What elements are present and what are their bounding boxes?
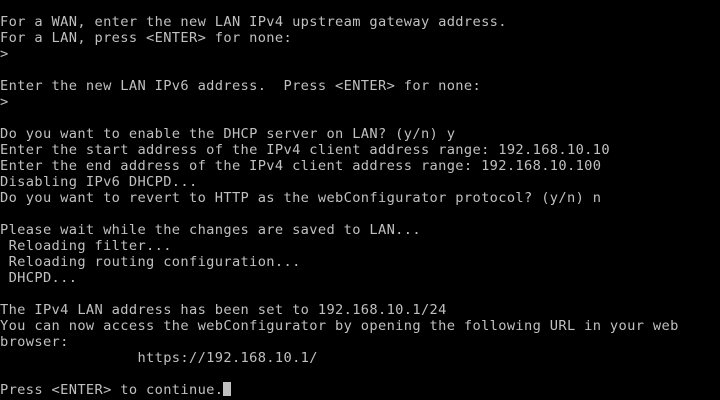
output-line-ipv6-prompt: Enter the new LAN IPv6 address. Press <E… (0, 78, 482, 94)
output-line-wan-gateway-prompt: For a WAN, enter the new LAN IPv4 upstre… (0, 14, 507, 30)
continue-prompt-line[interactable]: Press <ENTER> to continue. (0, 382, 720, 398)
output-line-dhcpd: DHCPD... (0, 270, 78, 286)
output-line-please-wait: Please wait while the changes are saved … (0, 222, 421, 238)
output-line-url: https://192.168.10.1/ (0, 350, 318, 366)
output-line-end-address: Enter the end address of the IPv4 client… (0, 158, 602, 174)
console-terminal[interactable]: For a WAN, enter the new LAN IPv4 upstre… (0, 0, 720, 400)
output-line-reloading-filter: Reloading filter... (0, 238, 172, 254)
output-line-disabling-dhcpd: Disabling IPv6 DHCPD... (0, 174, 198, 190)
input-prompt-line: > (0, 94, 9, 110)
output-line-start-address: Enter the start address of the IPv4 clie… (0, 142, 610, 158)
text-cursor (223, 382, 232, 396)
output-line-browser: browser: (0, 334, 69, 350)
output-line-address-set: The IPv4 LAN address has been set to 192… (0, 302, 447, 318)
output-line-revert-http: Do you want to revert to HTTP as the web… (0, 190, 602, 206)
output-line-dhcp-enable: Do you want to enable the DHCP server on… (0, 126, 456, 142)
output-line-access-info: You can now access the webConfigurator b… (0, 318, 679, 334)
continue-prompt-text: Press <ENTER> to continue. (0, 382, 224, 398)
output-line-lan-none-prompt: For a LAN, press <ENTER> for none: (0, 30, 293, 46)
output-line-reloading-routing: Reloading routing configuration... (0, 254, 301, 270)
input-prompt-line: > (0, 46, 9, 62)
